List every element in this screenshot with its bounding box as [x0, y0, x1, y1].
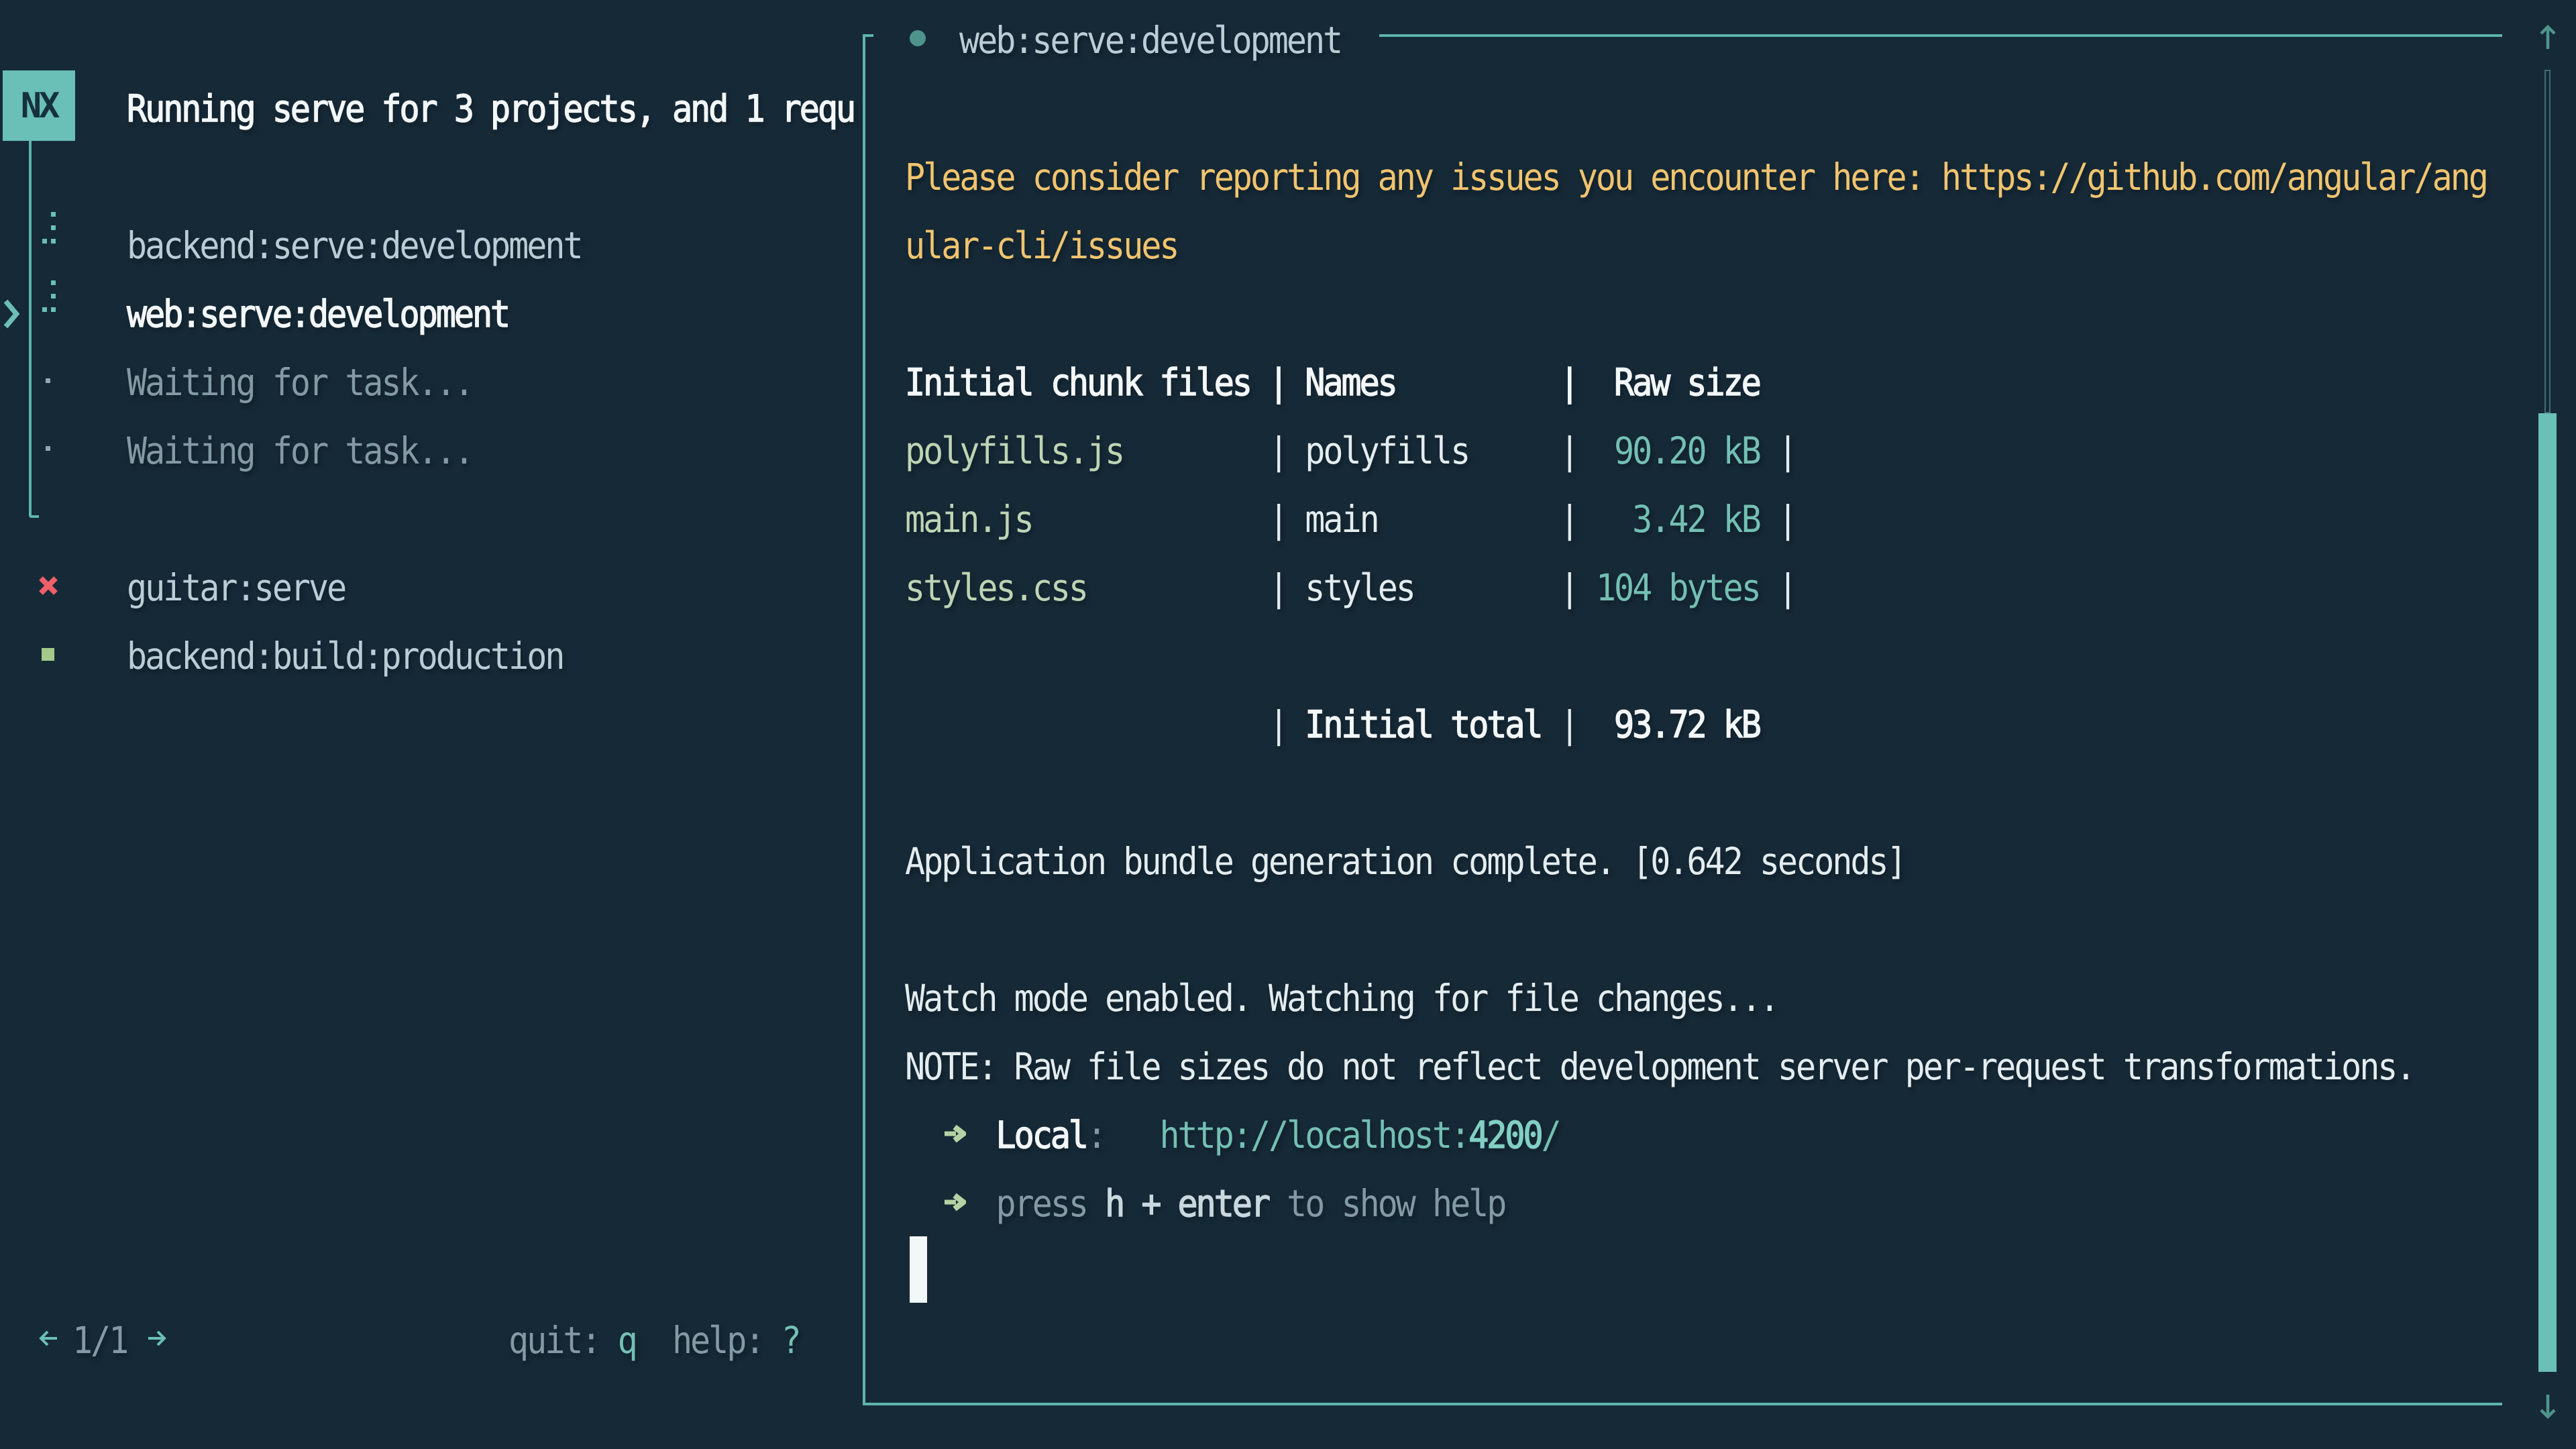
scrollbar-track[interactable] [2544, 70, 2551, 413]
spinner-dot [51, 307, 56, 312]
waiting-dot-icon [46, 446, 50, 451]
local-port[interactable]: 4200 [1468, 1114, 1541, 1157]
help-hint-line: press h + enter to show help [905, 1166, 1505, 1241]
scrollbar-thumb[interactable] [2538, 413, 2557, 1372]
quit-key[interactable]: q [618, 1320, 636, 1362]
task-backend-serve[interactable]: backend:serve:development [127, 208, 582, 283]
cell-name: styles [1305, 567, 1559, 610]
pad [1105, 1114, 1159, 1157]
task-failed-icon [39, 576, 58, 595]
local-colon: : [1087, 1114, 1105, 1157]
help-press-label: press [996, 1183, 1106, 1226]
total-label: Initial total [1305, 704, 1559, 747]
statusbar-gap [636, 1320, 672, 1362]
cell-file: styles.css [905, 567, 1269, 610]
task-tree-line [29, 141, 39, 518]
scroll-up-icon[interactable] [2538, 25, 2567, 50]
local-url[interactable]: http://localhost: [1159, 1114, 1468, 1157]
spinner-icon [42, 278, 56, 313]
cell-separator: | [1560, 498, 1596, 541]
terminal-cursor [910, 1236, 927, 1303]
panel-title: web:serve:development [959, 3, 1341, 78]
help-keys: h + enter [1105, 1183, 1269, 1226]
cell-size: 3.42 kB [1596, 498, 1760, 541]
task-waiting-1[interactable]: Waiting for task... [127, 345, 472, 420]
task-waiting-2[interactable]: Waiting for task... [127, 413, 472, 488]
cell-separator: | [1760, 498, 1796, 541]
statusbar: quit: q help: ? [508, 1303, 800, 1378]
pager-prev-icon[interactable] [39, 1329, 59, 1348]
cell-name: main [1305, 498, 1559, 541]
run-summary-title: Running serve for 3 projects, and 1 requ [127, 71, 859, 146]
cell-separator: | [1760, 430, 1796, 473]
cell-size: 90.20 kB [1596, 430, 1760, 473]
cell-separator: | [1269, 704, 1305, 747]
spinner-dot [51, 212, 56, 217]
table-total-row: | Initial total | 93.72 kB [905, 687, 1760, 762]
note-message: NOTE: Raw file sizes do not reflect deve… [905, 1029, 2414, 1104]
cell-name: polyfills [1305, 430, 1559, 473]
table-row: polyfills.js | polyfills | 90.20 kB | [905, 413, 1796, 488]
cell-separator: | [1560, 704, 1596, 747]
cell-file: polyfills.js [905, 430, 1269, 473]
cell-separator: | [1269, 430, 1305, 473]
task-web-serve-selected[interactable]: web:serve:development [127, 276, 508, 352]
task-guitar-serve[interactable]: guitar:serve [127, 550, 345, 625]
task-backend-build[interactable]: backend:build:production [127, 619, 563, 694]
pager-next-icon[interactable] [146, 1329, 166, 1348]
nx-logo: NX [3, 70, 75, 141]
table-row: main.js | main | 3.42 kB | [905, 482, 1796, 557]
bundle-complete-message: Application bundle generation complete. … [905, 824, 1905, 899]
table-header: Initial chunk files | Names | Raw size [905, 345, 1760, 420]
spinner-dot [51, 225, 56, 230]
local-url-line: Local: http://localhost:4200/ [905, 1097, 1560, 1173]
cell-separator: | [1760, 567, 1796, 610]
quit-label: quit: [508, 1320, 618, 1362]
panel-status-dot [910, 30, 926, 46]
spinner-dot [51, 280, 56, 285]
local-label: Local [996, 1114, 1087, 1157]
cell-pad [905, 704, 1269, 747]
spinner-icon [42, 209, 56, 244]
panel-border-bottom [863, 1403, 2502, 1405]
pad [905, 1114, 996, 1157]
help-suffix: to show help [1269, 1183, 1505, 1226]
spinner-dot [51, 294, 56, 299]
help-label: help: [672, 1320, 782, 1362]
panel-border-left [863, 34, 865, 1405]
cell-separator: | [1560, 567, 1596, 610]
selected-task-pointer-icon [3, 299, 19, 329]
table-row: styles.css | styles | 104 bytes | [905, 550, 1796, 625]
panel-border-top [1379, 34, 2502, 37]
panel-border-top-corner [863, 34, 873, 37]
watch-mode-message: Watch mode enabled. Watching for file ch… [905, 961, 1778, 1036]
notice-line-1: Please consider reporting any issues you… [905, 140, 2487, 215]
cell-separator: | [1560, 430, 1596, 473]
cell-separator: | [1269, 567, 1305, 610]
spinner-dot [51, 239, 56, 244]
spinner-dot [42, 307, 47, 312]
spinner-dot [42, 239, 47, 244]
local-url-slash[interactable]: / [1542, 1114, 1560, 1157]
help-key[interactable]: ? [782, 1320, 800, 1362]
pager-label: 1/1 [72, 1303, 127, 1378]
cell-file: main.js [905, 498, 1269, 541]
cell-size: 104 bytes [1596, 567, 1760, 610]
task-success-icon [42, 648, 54, 661]
waiting-dot-icon [46, 378, 50, 383]
scroll-down-icon[interactable] [2538, 1393, 2567, 1419]
pad [905, 1183, 996, 1226]
total-value: 93.72 kB [1596, 704, 1760, 747]
notice-line-2: ular-cli/issues [905, 208, 1178, 283]
cell-separator: | [1269, 498, 1305, 541]
